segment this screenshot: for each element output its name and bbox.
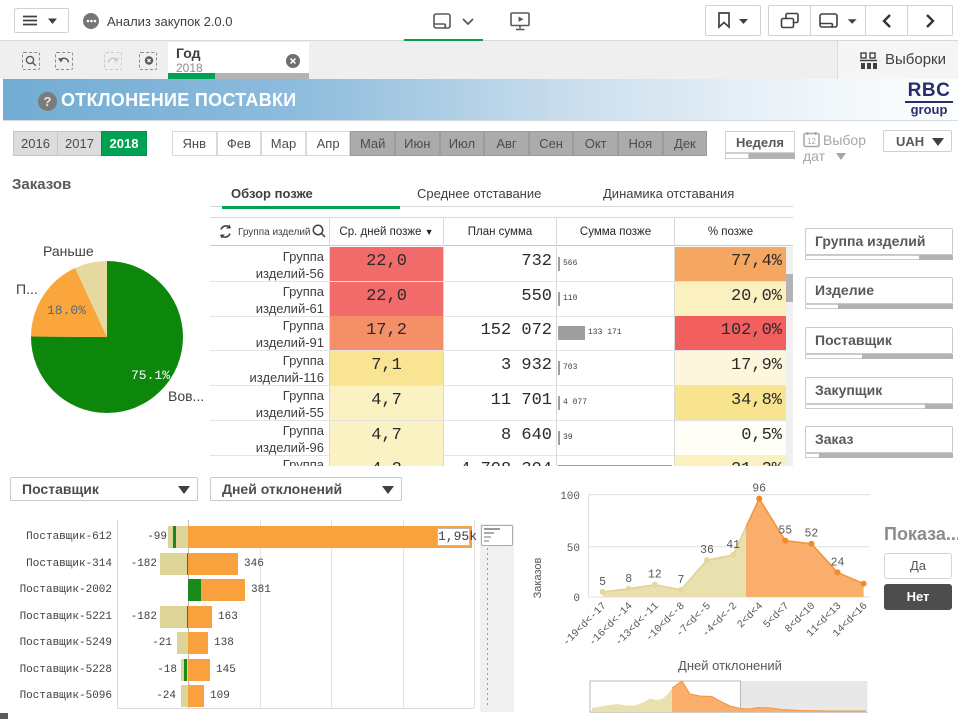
- svg-text:12: 12: [648, 569, 662, 582]
- svg-text:100: 100: [560, 491, 580, 503]
- svg-text:96: 96: [752, 483, 766, 496]
- svg-text:50: 50: [567, 543, 580, 555]
- svg-text:2<d<4: 2<d<4: [735, 600, 766, 631]
- svg-text:7: 7: [677, 574, 684, 587]
- svg-text:Заказов: Заказов: [532, 558, 544, 599]
- svg-text:41: 41: [726, 539, 740, 552]
- svg-text:52: 52: [804, 528, 818, 541]
- svg-text:24: 24: [831, 556, 845, 569]
- svg-text:36: 36: [700, 544, 714, 557]
- svg-text:5: 5: [599, 576, 606, 589]
- svg-text:Дней отклонений: Дней отклонений: [678, 658, 782, 673]
- svg-text:55: 55: [778, 525, 792, 538]
- svg-text:8: 8: [625, 573, 632, 586]
- svg-text:0: 0: [573, 593, 580, 605]
